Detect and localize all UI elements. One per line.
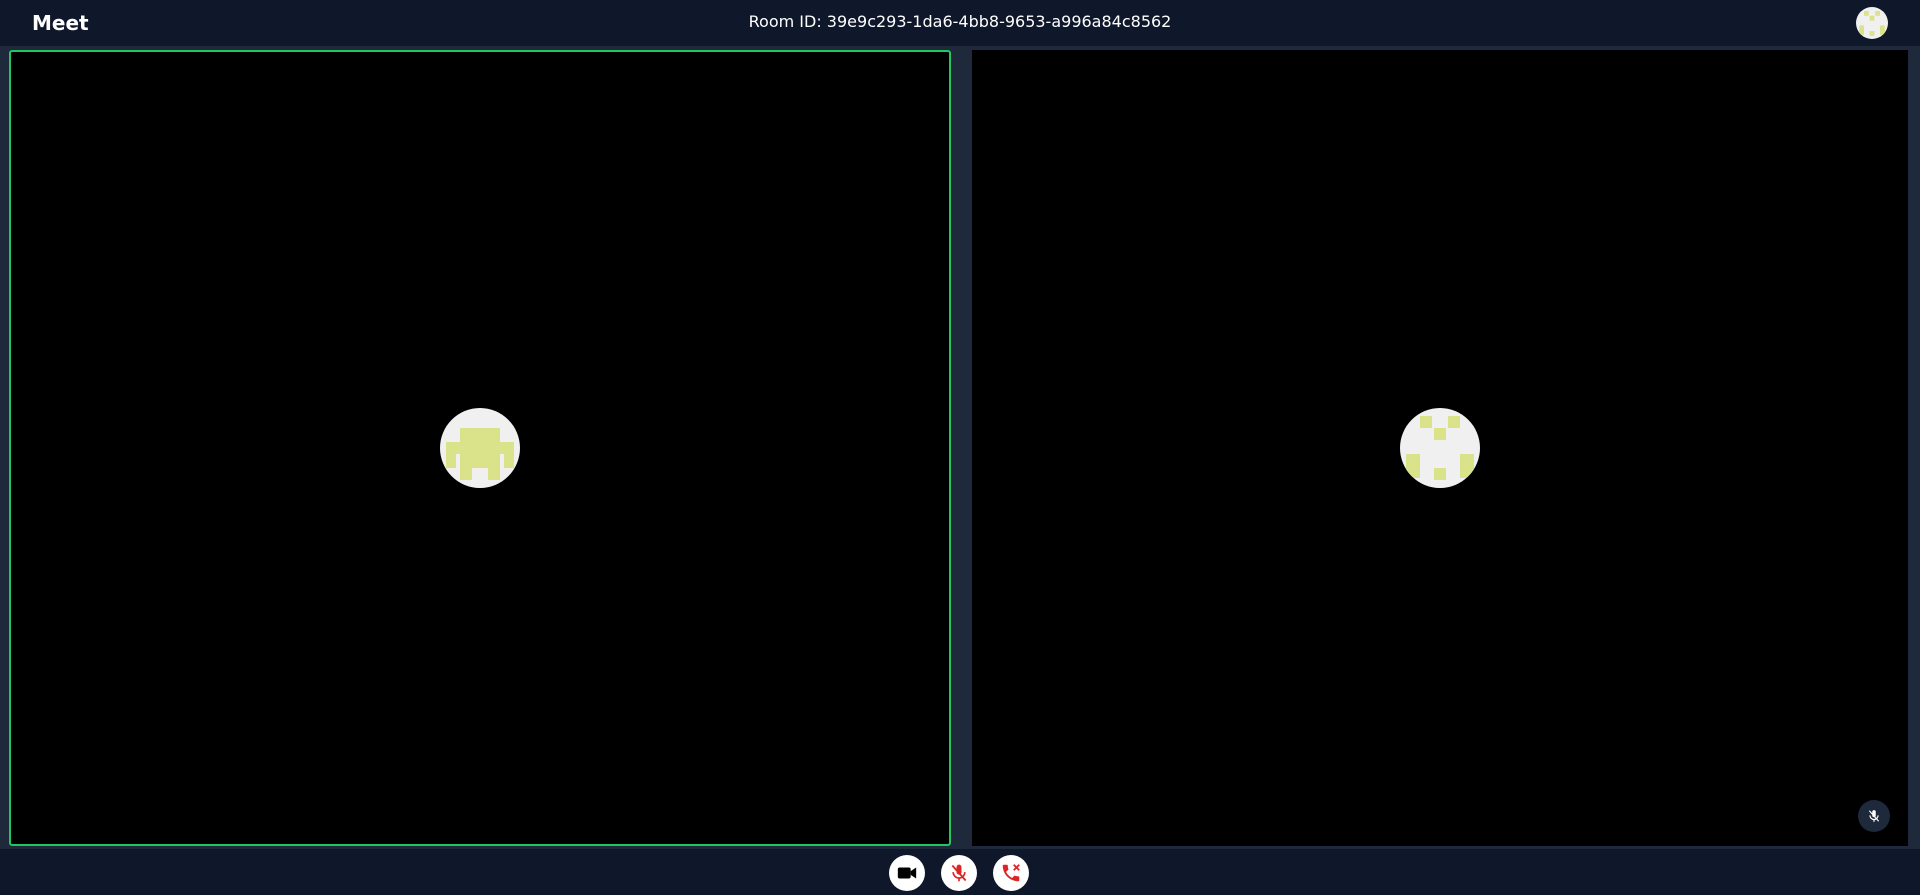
identicon-avatar-icon (1856, 7, 1888, 39)
remote-video-tile[interactable] (972, 50, 1908, 846)
phone-hangup-icon (1002, 864, 1020, 882)
call-controls-bar (0, 849, 1920, 895)
local-video-tile[interactable] (9, 50, 951, 846)
video-stage (0, 46, 1920, 849)
room-id-label: Room ID: 39e9c293-1da6-4bb8-9653-a996a84… (748, 12, 1172, 31)
local-participant-avatar (440, 408, 520, 488)
top-bar: Meet Room ID: 39e9c293-1da6-4bb8-9653-a9… (0, 0, 1920, 46)
identicon-avatar-icon (1400, 408, 1480, 488)
remote-participant-avatar (1400, 408, 1480, 488)
camera-toggle-button[interactable] (889, 855, 925, 891)
mic-off-icon (1868, 810, 1880, 822)
remote-mic-muted-indicator (1858, 800, 1890, 832)
leave-call-button[interactable] (993, 855, 1029, 891)
user-avatar[interactable] (1856, 7, 1888, 39)
video-camera-icon (897, 867, 917, 879)
mic-off-icon (951, 864, 967, 882)
identicon-avatar-icon (440, 408, 520, 488)
microphone-toggle-button[interactable] (941, 855, 977, 891)
